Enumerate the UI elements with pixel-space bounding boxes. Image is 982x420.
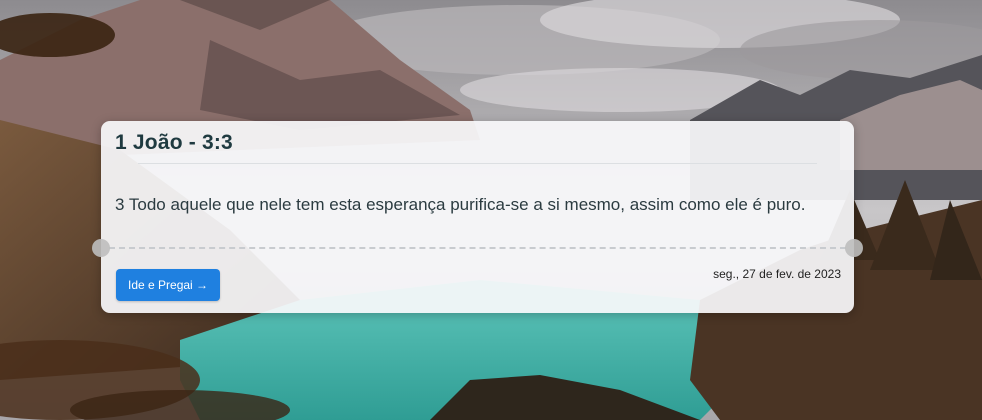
verse-reference-title: 1 João - 3:3	[115, 131, 233, 154]
verse-card: 1 João - 3:3 3 Todo aquele que nele tem …	[92, 121, 863, 313]
ticket-notch-right	[845, 239, 863, 257]
title-divider	[138, 163, 817, 164]
dashed-divider	[109, 247, 846, 249]
ticket-notch-left	[92, 239, 110, 257]
page: 1 João - 3:3 3 Todo aquele que nele tem …	[0, 0, 982, 420]
ide-e-pregai-button[interactable]: Ide e Pregai →	[116, 269, 221, 301]
verse-text: 3 Todo aquele que nele tem esta esperanç…	[115, 195, 806, 214]
verse-date: seg., 27 de fev. de 2023	[713, 267, 841, 281]
